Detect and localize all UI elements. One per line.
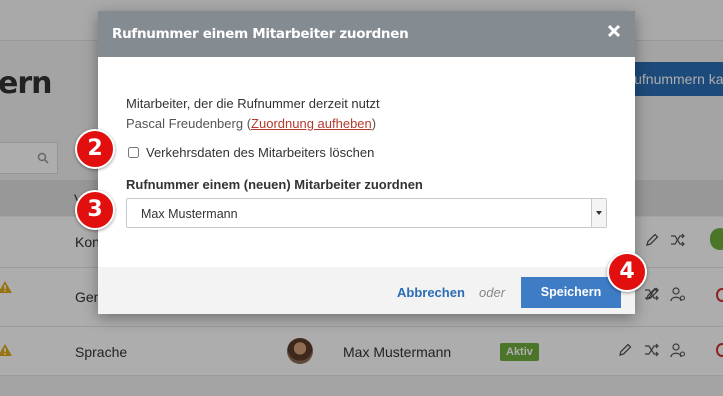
delete-traffic-data-label: Verkehrsdaten des Mitarbeiters löschen <box>146 145 375 160</box>
current-user: Pascal Freudenberg (Zuordnung aufheben) <box>126 116 376 131</box>
chevron-down-icon[interactable] <box>591 199 606 227</box>
current-user-name: Pascal Freudenberg <box>126 116 244 131</box>
employee-select-value: Max Mustermann <box>141 207 238 221</box>
or-separator: oder <box>479 285 506 300</box>
current-user-label: Mitarbeiter, der die Rufnummer derzeit n… <box>126 96 380 111</box>
cancel-button[interactable]: Abbrechen <box>397 285 465 300</box>
delete-traffic-data-option[interactable]: Verkehrsdaten des Mitarbeiters löschen <box>128 145 374 160</box>
dialog-footer: Abbrechen oder Speichern <box>98 267 635 314</box>
save-button[interactable]: Speichern <box>521 277 621 308</box>
paren-close: ) <box>371 116 377 131</box>
delete-traffic-data-checkbox[interactable] <box>128 147 139 158</box>
step-marker: 2 <box>75 129 115 169</box>
unassign-link[interactable]: Zuordnung aufheben <box>251 116 372 131</box>
dialog-body: Mitarbeiter, der die Rufnummer derzeit n… <box>98 0 635 396</box>
employee-select[interactable]: Max Mustermann <box>126 198 607 228</box>
assign-section-title: Rufnummer einem (neuen) Mitarbeiter zuor… <box>126 177 423 192</box>
step-marker: 4 <box>607 252 647 292</box>
step-marker: 3 <box>75 190 115 230</box>
